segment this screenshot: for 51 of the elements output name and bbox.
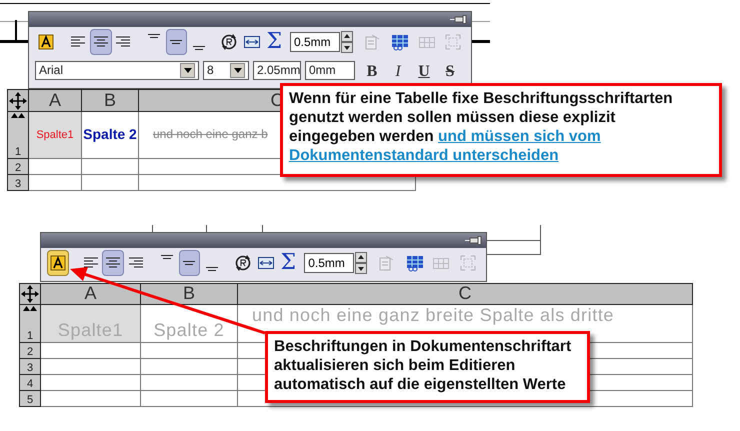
table-cell: Spalte1: [28, 112, 82, 158]
line-width-field[interactable]: 0.5mm: [304, 253, 354, 273]
valign-top-icon: [148, 34, 160, 38]
table-cell: Spalte 2: [82, 112, 138, 158]
sum-button[interactable]: Σ: [264, 29, 285, 55]
properties-icon: [377, 254, 396, 272]
bold-button[interactable]: B: [359, 60, 385, 80]
table-cell: Spalte 2: [140, 304, 238, 342]
move-icon[interactable]: [9, 92, 27, 110]
spin-arrows[interactable]: [341, 30, 353, 53]
dropdown-arrow-icon: [234, 68, 242, 72]
table-grid-icon: [406, 254, 424, 272]
valign-middle-icon: [170, 40, 182, 44]
font-button[interactable]: [47, 250, 69, 276]
line-width-field[interactable]: 0.5mm: [290, 32, 340, 52]
callout-link[interactable]: und müssen sich vom: [438, 128, 601, 145]
pin-icon[interactable]: [449, 15, 467, 24]
column-header[interactable]: C: [458, 284, 472, 304]
valign-middle-button[interactable]: [166, 29, 187, 55]
pin-icon[interactable]: [464, 236, 482, 245]
properties-icon: [362, 33, 381, 51]
merge-cells-icon: [444, 33, 462, 51]
column-header[interactable]: B: [104, 90, 116, 110]
underline-button[interactable]: U: [411, 60, 437, 80]
sum-button[interactable]: Σ: [277, 250, 300, 276]
text-height-field[interactable]: 2.05mm: [253, 60, 301, 80]
valign-top-icon: [160, 255, 173, 259]
align-center-button[interactable]: [102, 250, 124, 276]
move-icon[interactable]: [21, 285, 39, 303]
valign-bottom-icon: [206, 267, 218, 271]
align-center-button[interactable]: [90, 29, 112, 55]
rotate-icon: [220, 33, 238, 51]
fit-width-icon: [256, 254, 275, 272]
column-header[interactable]: B: [182, 284, 195, 304]
font-icon: [48, 254, 67, 272]
strike-button[interactable]: S: [437, 60, 463, 80]
spacing-field[interactable]: 0mm: [305, 60, 355, 80]
rotate-icon: [234, 254, 252, 272]
font-icon: [36, 33, 55, 51]
valign-middle-icon: [183, 261, 196, 265]
valign-middle-button[interactable]: [178, 250, 200, 276]
italic-button[interactable]: I: [385, 60, 411, 80]
fit-width-icon: [242, 33, 261, 51]
table-grid-icon: [391, 33, 410, 51]
valign-bottom-icon: [192, 46, 205, 50]
merge-cells-icon: [459, 254, 478, 272]
font-size-dropdown[interactable]: 8: [203, 60, 249, 80]
font-dropdown[interactable]: Arial: [35, 60, 199, 80]
dropdown-arrow-icon: [184, 68, 192, 72]
spin-arrows[interactable]: [355, 252, 368, 274]
column-header[interactable]: A: [84, 284, 96, 304]
